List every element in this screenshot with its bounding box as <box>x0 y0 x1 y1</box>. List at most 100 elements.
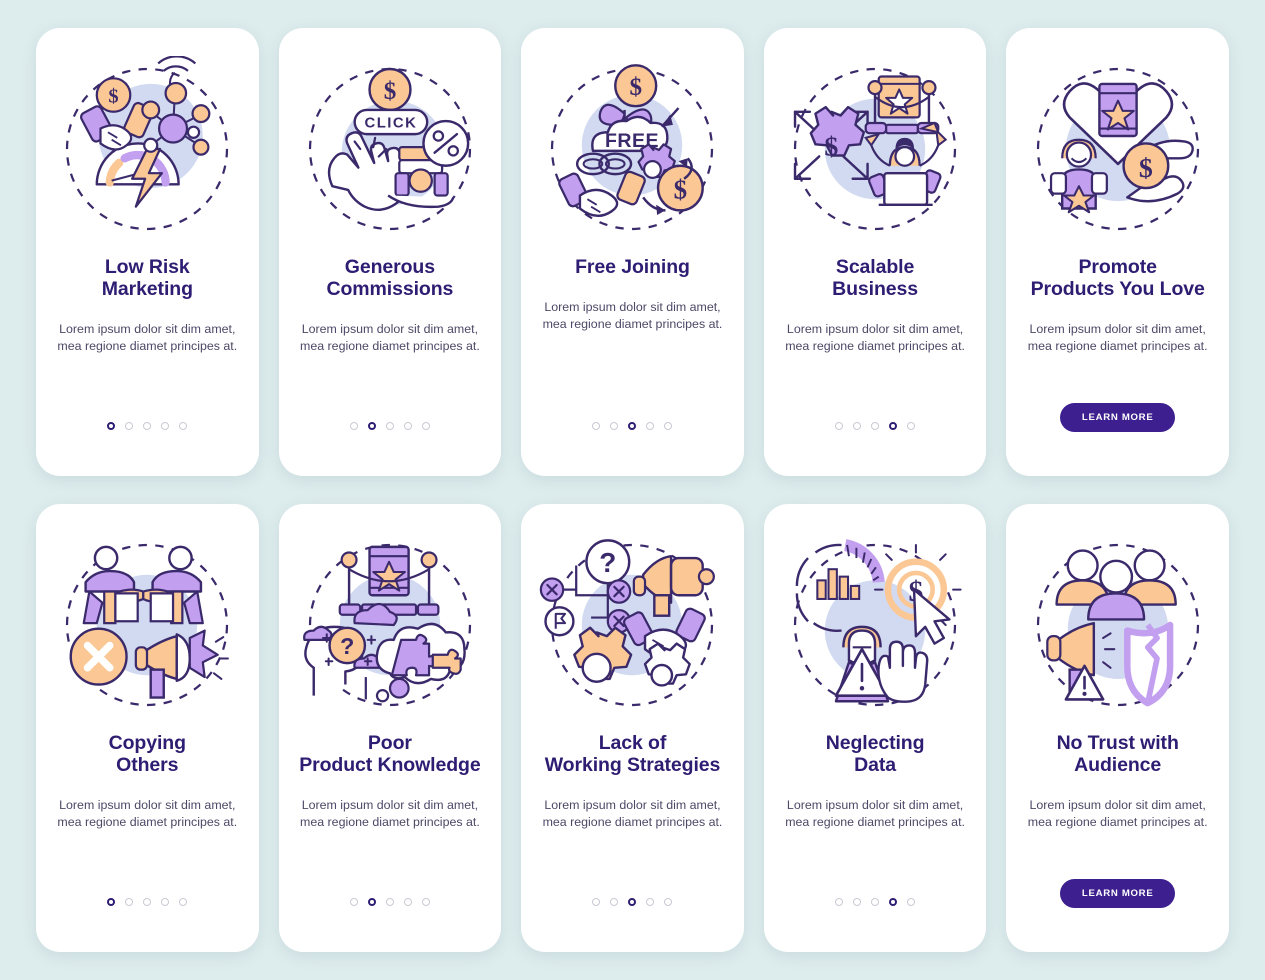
card-body: Lorem ipsum dolor sit dim amet, mea regi… <box>300 798 480 830</box>
pagination-dot[interactable] <box>646 898 655 906</box>
pagination-dot[interactable] <box>385 898 394 906</box>
card-body: Lorem ipsum dolor sit dim amet, mea regi… <box>785 322 965 354</box>
pagination-dot[interactable] <box>592 422 601 430</box>
pagination-dot[interactable] <box>367 422 376 430</box>
onboarding-card-lack-of-working-strategies[interactable]: ? Lack of Working Strategies Lorem ipsum… <box>521 504 744 952</box>
card-body: Lorem ipsum dolor sit dim amet, mea regi… <box>300 322 480 354</box>
pagination-dot[interactable] <box>646 422 655 430</box>
pagination-dot[interactable] <box>610 898 619 906</box>
onboarding-card-low-risk-marketing[interactable]: $ Low Risk Marketing Lorem ipsum dolor s… <box>36 28 259 476</box>
pagination-dot[interactable] <box>385 422 394 430</box>
pagination-dot[interactable] <box>107 422 116 430</box>
onboarding-card-neglecting-data[interactable]: $ <box>763 504 987 952</box>
pagination-dot[interactable] <box>367 898 376 906</box>
card-title: Copying Others <box>108 732 186 777</box>
card-body: Lorem ipsum dolor sit dim amet, mea regi… <box>542 798 723 830</box>
pagination-dot[interactable] <box>835 898 844 906</box>
pagination-dots[interactable] <box>107 422 188 430</box>
card-body: Lorem ipsum dolor sit dim amet, mea regi… <box>1027 798 1208 830</box>
card-body: Lorem ipsum dolor sit dim amet, mea regi… <box>57 798 238 830</box>
card-title: Lack of Working Strategies <box>544 732 721 777</box>
onboarding-card-free-joining[interactable]: $ FREE $ Free Joining Lorem ipsum dolor … <box>521 28 744 476</box>
card-title: Promote Products You Love <box>1030 256 1205 301</box>
svg-text:$: $ <box>109 86 119 108</box>
onboarding-card-scalable-business[interactable]: $ Scalable Business Lorem ipsum dolor si… <box>763 28 987 476</box>
heart-product-person-hand-coin-icon: $ <box>1025 56 1211 242</box>
pagination-dot[interactable] <box>664 422 673 430</box>
pagination-dot[interactable] <box>143 422 152 430</box>
pagination-dot[interactable] <box>179 898 188 906</box>
svg-text:$: $ <box>824 132 838 163</box>
svg-text:$: $ <box>1139 153 1153 184</box>
svg-text:?: ? <box>340 633 354 659</box>
pagination-dot[interactable] <box>610 422 619 430</box>
card-row-bottom: Copying Others Lorem ipsum dolor sit dim… <box>36 504 1229 952</box>
svg-text:$: $ <box>384 78 397 105</box>
card-body: Lorem ipsum dolor sit dim amet, mea regi… <box>542 300 723 332</box>
pagination-dot[interactable] <box>907 898 916 906</box>
head-question-puzzle-cloud-icon: ? <box>297 532 483 718</box>
pagination-dot[interactable] <box>125 898 134 906</box>
pagination-dot[interactable] <box>853 422 862 430</box>
onboarding-card-copying-others[interactable]: Copying Others Lorem ipsum dolor sit dim… <box>36 504 259 952</box>
pagination-dots[interactable] <box>835 898 916 906</box>
learn-more-button[interactable]: LEARN MORE <box>1059 403 1176 432</box>
svg-text:?: ? <box>600 547 617 578</box>
card-title: Free Joining <box>575 256 690 278</box>
pagination-dots[interactable] <box>835 422 916 430</box>
pagination-dots[interactable] <box>349 422 430 430</box>
chart-dollar-cursor-warning-person-icon: $ <box>782 532 968 718</box>
handshake-dollar-network-gauge-icon: $ <box>54 56 240 242</box>
pagination-dots[interactable] <box>107 898 188 906</box>
learn-more-button[interactable]: LEARN MORE <box>1059 879 1176 908</box>
pagination-dot[interactable] <box>871 422 880 430</box>
svg-text:CLICK: CLICK <box>364 116 417 132</box>
pagination-dot[interactable] <box>403 898 412 906</box>
onboarding-card-poor-product-knowledge[interactable]: ? Poor Product Knowledge Lorem ipsum dol… <box>278 504 502 952</box>
card-title: Scalable Business <box>832 256 919 301</box>
pagination-dot[interactable] <box>853 898 862 906</box>
pagination-dot[interactable] <box>403 422 412 430</box>
onboarding-card-no-trust-with-audience[interactable]: No Trust with Audience Lorem ipsum dolor… <box>1006 504 1229 952</box>
pagination-dots[interactable] <box>592 898 673 906</box>
pagination-dot[interactable] <box>889 898 898 906</box>
mirror-people-cross-megaphone-icon <box>54 532 240 718</box>
pagination-dot[interactable] <box>664 898 673 906</box>
pagination-dots[interactable] <box>592 422 673 430</box>
pagination-dot[interactable] <box>161 898 170 906</box>
pagination-dot[interactable] <box>143 898 152 906</box>
pagination-dot[interactable] <box>161 422 170 430</box>
onboarding-card-promote-products-you-love[interactable]: $ Promote Products You Love Lorem ipsum … <box>1006 28 1229 476</box>
pagination-dot[interactable] <box>889 422 898 430</box>
card-title: Low Risk Marketing <box>101 256 193 301</box>
flowchart-question-megaphone-gears-icon: ? <box>539 532 725 718</box>
svg-text:$: $ <box>630 74 643 101</box>
pagination-dot[interactable] <box>628 898 637 906</box>
onboarding-card-generous-commissions[interactable]: $ CLICK Generous Commissions Lorem ipsum… <box>278 28 502 476</box>
onboarding-screens-board: $ Low Risk Marketing Lorem ipsum dolor s… <box>0 0 1265 980</box>
pagination-dot[interactable] <box>349 422 358 430</box>
card-title: Poor Product Knowledge <box>299 732 481 777</box>
pagination-dot[interactable] <box>421 422 430 430</box>
pagination-dot[interactable] <box>421 898 430 906</box>
card-body: Lorem ipsum dolor sit dim amet, mea regi… <box>57 322 238 354</box>
pagination-dot[interactable] <box>349 898 358 906</box>
pagination-dot[interactable] <box>907 422 916 430</box>
card-row-top: $ Low Risk Marketing Lorem ipsum dolor s… <box>36 28 1229 476</box>
pagination-dot[interactable] <box>871 898 880 906</box>
pagination-dot[interactable] <box>592 898 601 906</box>
pagination-dot[interactable] <box>125 422 134 430</box>
gear-dollar-arrows-person-laptop-icon: $ <box>782 56 968 242</box>
card-title: Generous Commissions <box>326 256 454 301</box>
card-body: Lorem ipsum dolor sit dim amet, mea regi… <box>785 798 965 830</box>
free-plant-handshake-gear-dollar-icon: $ FREE $ <box>539 56 725 242</box>
pagination-dot[interactable] <box>628 422 637 430</box>
people-megaphone-broken-shield-icon <box>1025 532 1211 718</box>
card-title: No Trust with Audience <box>1056 732 1179 777</box>
pagination-dot[interactable] <box>179 422 188 430</box>
pagination-dots[interactable] <box>349 898 430 906</box>
pagination-dot[interactable] <box>107 898 116 906</box>
pagination-dot[interactable] <box>835 422 844 430</box>
card-title: Neglecting Data <box>825 732 925 777</box>
card-body: Lorem ipsum dolor sit dim amet, mea regi… <box>1027 322 1208 354</box>
